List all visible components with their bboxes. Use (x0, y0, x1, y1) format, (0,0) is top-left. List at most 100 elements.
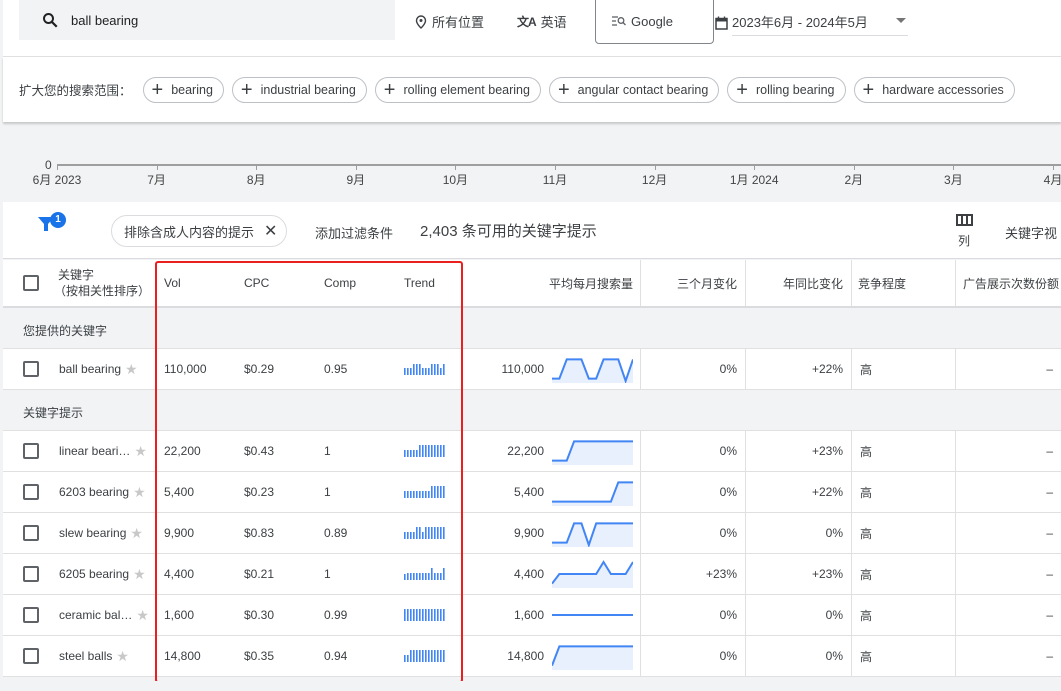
search-query[interactable]: ball bearing (71, 13, 138, 28)
location-pin-icon (415, 14, 427, 29)
header-trend[interactable]: Trend (404, 260, 435, 306)
table-row[interactable]: 6203 bearing ★ 5,400 $0.23 1 5,400 0% +2… (3, 472, 1061, 513)
keyword-text[interactable]: slew bearing (59, 526, 126, 540)
three-month-change-value: 0% (719, 362, 737, 376)
language-filter[interactable]: 文A 英语 (517, 12, 567, 31)
search-trend-sparkline[interactable] (552, 560, 633, 588)
header-vol[interactable]: Vol (164, 260, 181, 306)
broaden-chip[interactable]: + angular contact bearing (548, 76, 720, 103)
star-icon[interactable]: ★ (125, 361, 138, 378)
date-range-selector[interactable]: 2023年6月 - 2024年5月 (715, 10, 908, 36)
filter-count-badge: 1 (50, 212, 66, 228)
star-icon[interactable]: ★ (136, 607, 149, 624)
row-checkbox[interactable] (23, 361, 39, 377)
mini-trend-bar (443, 486, 445, 498)
broaden-chip[interactable]: + rolling bearing (727, 76, 846, 103)
mini-trend-bar (437, 364, 439, 375)
broaden-chip[interactable]: + hardware accessories (853, 76, 1015, 103)
mini-trend-bar (419, 650, 421, 662)
exclude-chip-label: 排除含成人内容的提示 (124, 224, 255, 240)
vol-value: 9,900 (164, 526, 195, 540)
group-header-ideas: 关键字提示 (3, 390, 1061, 431)
mini-trend-bar (416, 650, 418, 662)
row-checkbox[interactable] (23, 607, 39, 623)
keyword-text[interactable]: steel balls (59, 649, 112, 663)
keyword-text[interactable]: ceramic bal… (59, 608, 132, 622)
broaden-chip[interactable]: + bearing (142, 76, 224, 103)
cpc-value: $0.35 (244, 649, 275, 663)
broaden-chip[interactable]: + industrial bearing (231, 76, 367, 103)
search-trend-sparkline[interactable] (552, 355, 633, 383)
row-checkbox[interactable] (23, 443, 39, 459)
keyword-text[interactable]: linear beari… (59, 444, 130, 458)
competition-value: 高 (860, 444, 873, 459)
plus-icon: + (736, 78, 748, 101)
header-yoy-change[interactable]: 年同比变化 (748, 260, 843, 306)
star-icon[interactable]: ★ (116, 648, 129, 665)
search-trend-sparkline[interactable] (552, 642, 633, 670)
mini-trend-bar (419, 364, 421, 375)
close-icon[interactable]: ✕ (264, 221, 277, 241)
table-row[interactable]: linear beari… ★ 22,200 $0.43 1 22,200 0%… (3, 431, 1061, 472)
header-comp[interactable]: Comp (324, 260, 356, 306)
mini-trend-bar (416, 491, 418, 498)
location-filter[interactable]: 所有位置 (415, 12, 484, 31)
header-cpc[interactable]: CPC (244, 260, 269, 306)
row-checkbox[interactable] (23, 484, 39, 500)
add-filter-button[interactable]: 添加过滤条件 (315, 223, 393, 242)
header-keyword[interactable]: 关键字 （按相关性排序） (54, 260, 150, 306)
competition-value: 高 (860, 567, 873, 582)
horizontal-scrollbar[interactable] (0, 681, 1061, 691)
row-checkbox[interactable] (23, 566, 39, 582)
table-row[interactable]: slew bearing ★ 9,900 $0.83 0.89 9,900 0%… (3, 513, 1061, 554)
impression-share-value: – (1046, 649, 1053, 663)
keyword-text[interactable]: ball bearing (59, 362, 121, 376)
network-filter[interactable]: Google (595, 0, 714, 44)
three-month-change-value: +23% (705, 567, 737, 581)
mini-trend-bar (437, 445, 439, 457)
chip-label: hardware accessories (882, 82, 1004, 97)
keyword-search-box[interactable]: ball bearing (19, 0, 395, 40)
mini-trend-bar (416, 609, 418, 621)
star-icon[interactable]: ★ (130, 525, 143, 542)
search-trend-sparkline[interactable] (552, 519, 633, 547)
table-row[interactable]: ceramic bal… ★ 1,600 $0.30 0.99 1,600 0%… (3, 595, 1061, 636)
header-three-month-change[interactable]: 三个月变化 (643, 260, 737, 306)
table-row[interactable]: steel balls ★ 14,800 $0.35 0.94 14,800 0… (3, 636, 1061, 677)
search-trend-sparkline[interactable] (552, 437, 633, 465)
row-checkbox[interactable] (23, 525, 39, 541)
star-icon[interactable]: ★ (134, 443, 147, 460)
keyword-cell: linear beari… ★ (59, 431, 147, 471)
sparkline-area (552, 646, 633, 670)
mini-trend-bar (407, 573, 409, 580)
search-trend-sparkline[interactable] (552, 478, 633, 506)
search-trend-sparkline[interactable] (552, 601, 633, 629)
x-axis-tick-label: 9月 (346, 173, 366, 187)
keyword-view-button[interactable]: 关键字视 (1005, 223, 1057, 242)
star-icon[interactable]: ★ (133, 566, 146, 583)
mini-trend-bar (407, 532, 409, 539)
star-icon[interactable]: ★ (133, 484, 146, 501)
row-checkbox[interactable] (23, 648, 39, 664)
keyword-text[interactable]: 6203 bearing (59, 485, 129, 499)
x-axis-tick (654, 166, 656, 170)
keyword-text[interactable]: 6205 bearing (59, 567, 129, 581)
table-row[interactable]: ball bearing ★ 110,000 $0.29 0.95 110,00… (3, 349, 1061, 390)
table-row[interactable]: 6205 bearing ★ 4,400 $0.21 1 4,400 +23% … (3, 554, 1061, 595)
mini-trend-bar (437, 650, 439, 662)
header-competition[interactable]: 竞争程度 (858, 260, 906, 306)
vol-value: 22,200 (164, 444, 201, 458)
calendar-icon (715, 16, 728, 30)
mini-trend-bar (425, 491, 427, 498)
header-impression-share[interactable]: 广告展示次数份额 (963, 260, 1061, 306)
impression-share-value: – (1046, 444, 1053, 458)
mini-trend-bar (422, 650, 424, 662)
row-checkbox-cell (23, 349, 39, 389)
comp-value: 0.99 (324, 608, 348, 622)
select-all-checkbox[interactable] (23, 275, 39, 291)
broaden-chip[interactable]: + rolling element bearing (374, 76, 541, 103)
chip-label: rolling element bearing (403, 82, 530, 97)
header-avg-monthly[interactable]: 平均每月搜索量 (473, 260, 633, 306)
columns-button[interactable]: 列 (953, 212, 975, 249)
exclude-adult-filter-chip[interactable]: 排除含成人内容的提示 ✕ (111, 215, 288, 247)
